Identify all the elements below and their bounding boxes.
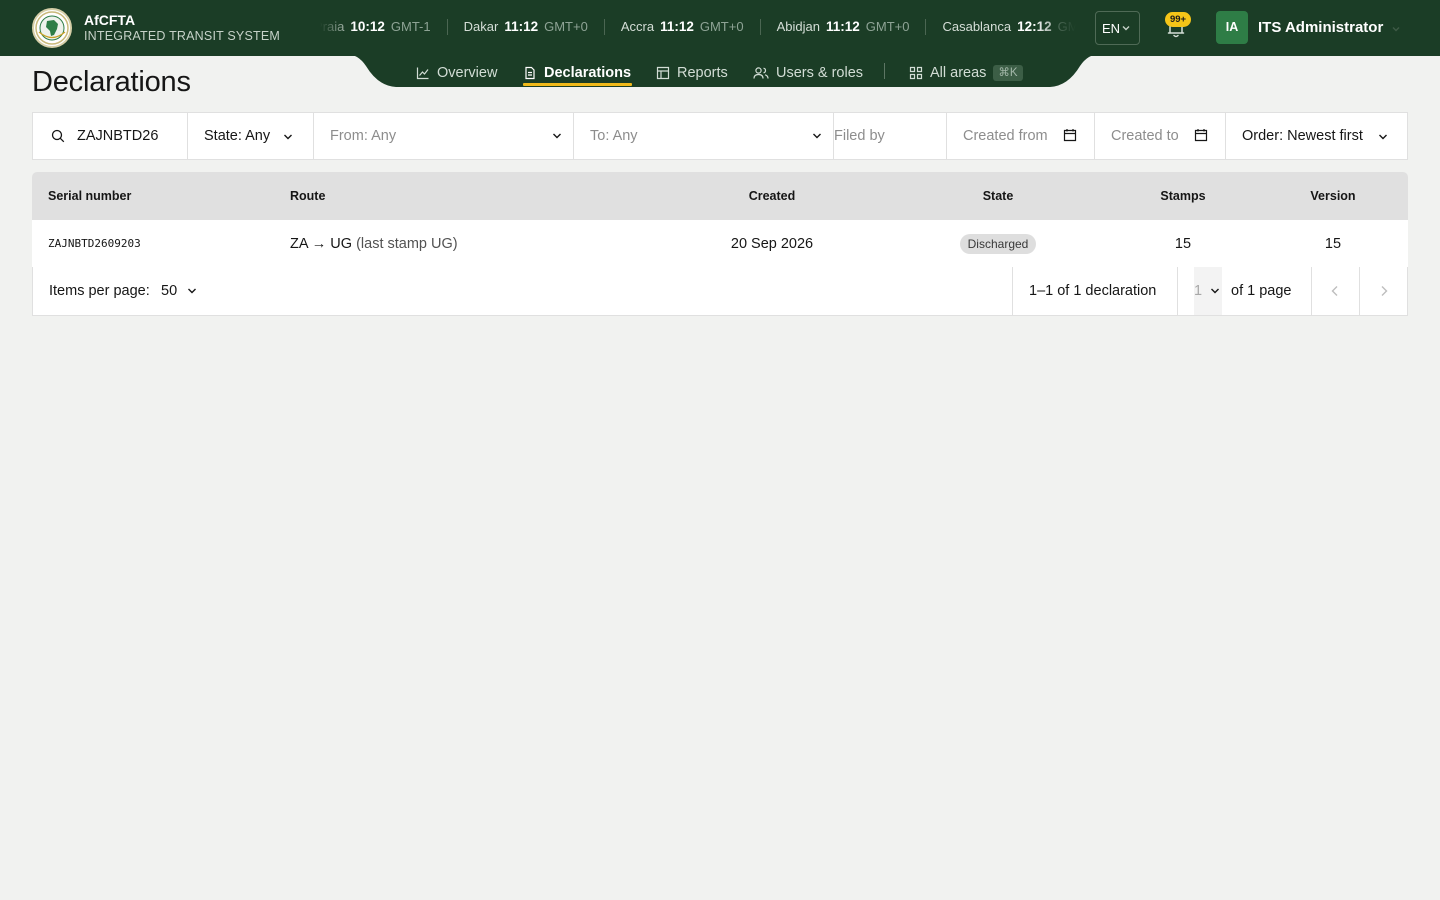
filter-bar: ZAJNBTD2609203 State: Any From: Any To: … bbox=[32, 112, 1408, 160]
tab-label: Reports bbox=[677, 65, 728, 81]
chevron-down-icon bbox=[813, 133, 821, 139]
column-header-created[interactable]: Created bbox=[722, 172, 822, 220]
chevron-down-icon bbox=[1211, 288, 1219, 294]
page-title: Declarations bbox=[32, 66, 191, 98]
chevron-down-icon bbox=[553, 133, 561, 139]
search-icon bbox=[51, 129, 65, 143]
shortcut-hint: ⌘K bbox=[993, 65, 1023, 81]
chevron-down-icon bbox=[1379, 134, 1387, 140]
from-country-dropdown[interactable]: From: Any bbox=[314, 113, 574, 159]
pagination: Items per page: 50 1–1 of 1 declaration … bbox=[32, 267, 1408, 316]
tab-declarations[interactable]: Declarations bbox=[523, 62, 631, 84]
state-filter-label: State: Any bbox=[204, 128, 271, 144]
status-badge: Discharged bbox=[959, 234, 1037, 255]
grid-icon bbox=[909, 66, 923, 80]
tab-reports[interactable]: Reports bbox=[656, 62, 728, 84]
tab-label: Overview bbox=[437, 65, 498, 81]
next-page-button[interactable] bbox=[1360, 267, 1407, 315]
nav-divider bbox=[884, 63, 885, 79]
filed-by-placeholder: Filed by bbox=[834, 128, 885, 144]
table-header: Serial number Route Created State Stamps… bbox=[32, 172, 1408, 220]
to-country-dropdown[interactable]: To: Any bbox=[574, 113, 834, 159]
from-filter-label: From: Any bbox=[330, 128, 397, 144]
state-filter-dropdown[interactable]: State: Any bbox=[188, 113, 314, 159]
state-cell: Discharged bbox=[938, 220, 1058, 268]
route-note: (last stamp UG) bbox=[356, 236, 458, 252]
all-areas-label: All areas bbox=[930, 65, 987, 81]
divider bbox=[1177, 267, 1178, 315]
table-row[interactable]: ZAJNBTD2609203 ZA → UG (last stamp UG) 2… bbox=[32, 220, 1408, 268]
chevron-right-icon bbox=[1381, 286, 1388, 296]
column-header-route[interactable]: Route bbox=[290, 172, 325, 220]
items-per-page-label: Items per page: bbox=[49, 283, 150, 299]
calendar-icon bbox=[1194, 129, 1208, 142]
tab-overview[interactable]: Overview bbox=[416, 62, 497, 84]
created-to-date-picker[interactable]: Created to bbox=[1095, 113, 1226, 159]
created-to-label: Created to bbox=[1111, 128, 1179, 144]
created-date: 20 Sep 2026 bbox=[730, 236, 814, 252]
search-input[interactable]: ZAJNBTD2609203 bbox=[33, 113, 188, 159]
tab-label: Users & roles bbox=[776, 65, 864, 81]
order-label: Order: Newest first bbox=[1242, 128, 1363, 144]
version-number: 15 bbox=[1324, 236, 1342, 252]
chevron-left-icon bbox=[1331, 286, 1338, 296]
chevron-down-icon bbox=[284, 134, 292, 140]
chevron-down-icon bbox=[188, 288, 196, 294]
active-tab-indicator bbox=[523, 83, 632, 86]
search-value: ZAJNBTD2609203 bbox=[77, 128, 159, 144]
document-icon bbox=[525, 66, 535, 80]
all-areas-button[interactable]: All areas ⌘K bbox=[909, 62, 1023, 84]
divider bbox=[1012, 267, 1013, 315]
stamps-count: 15 bbox=[1174, 236, 1192, 252]
column-header-version[interactable]: Version bbox=[1283, 172, 1383, 220]
created-from-date-picker[interactable]: Created from bbox=[947, 113, 1095, 159]
range-text: 1–1 of 1 declaration bbox=[1029, 283, 1157, 299]
page-count-text: of 1 page bbox=[1231, 283, 1292, 299]
items-per-page-value: 50 bbox=[161, 283, 178, 299]
table-icon bbox=[656, 66, 670, 80]
created-from-label: Created from bbox=[963, 128, 1048, 144]
tab-label: Declarations bbox=[544, 65, 632, 81]
route: ZA → UG bbox=[290, 236, 353, 252]
column-header-state[interactable]: State bbox=[948, 172, 1048, 220]
tab-users-roles[interactable]: Users & roles bbox=[753, 62, 863, 84]
page-select-value: 1 bbox=[1194, 283, 1203, 299]
route-cell: ZA → UG (last stamp UG) bbox=[290, 220, 458, 268]
declarations-table: Serial number Route Created State Stamps… bbox=[32, 172, 1408, 268]
order-dropdown[interactable]: Order: Newest first bbox=[1226, 113, 1407, 159]
chart-line-icon bbox=[416, 67, 429, 80]
serial-number: ZAJNBTD2609203 bbox=[48, 237, 141, 250]
page-select[interactable]: 1 bbox=[1194, 267, 1222, 315]
column-header-stamps[interactable]: Stamps bbox=[1133, 172, 1233, 220]
column-header-serial[interactable]: Serial number bbox=[48, 172, 131, 220]
to-filter-label: To: Any bbox=[590, 128, 638, 144]
previous-page-button[interactable] bbox=[1312, 267, 1359, 315]
filed-by-input[interactable]: Filed by bbox=[834, 113, 947, 159]
users-icon bbox=[753, 67, 769, 79]
items-per-page-select[interactable]: 50 bbox=[161, 267, 201, 315]
calendar-icon bbox=[1063, 129, 1077, 142]
